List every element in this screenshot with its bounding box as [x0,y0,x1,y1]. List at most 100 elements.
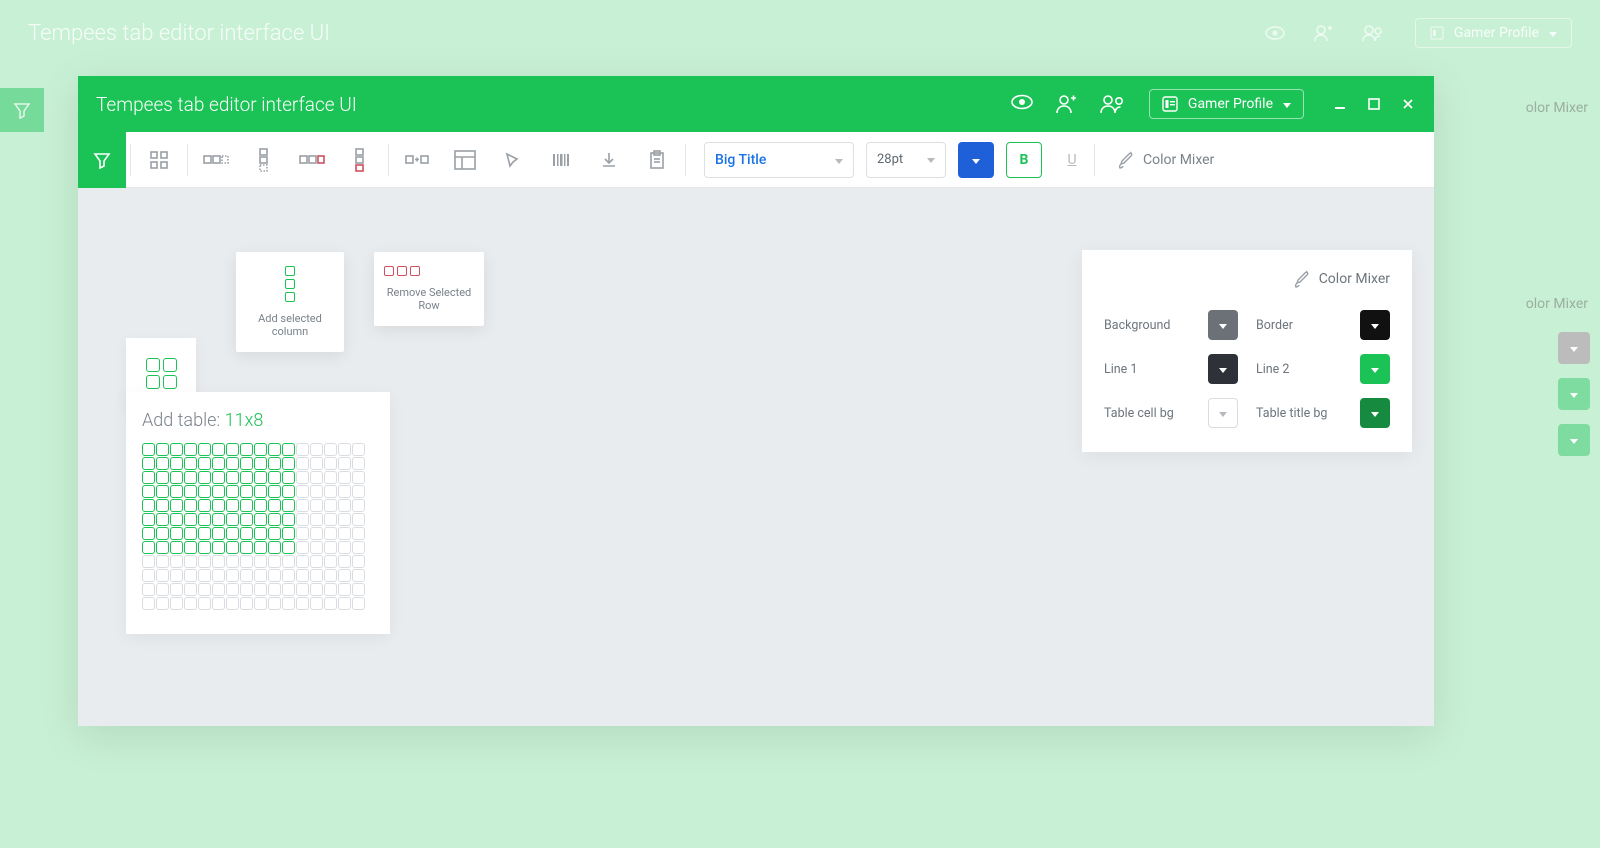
grid-cell[interactable] [226,485,239,498]
grid-cell[interactable] [310,499,323,512]
grid-cell[interactable] [282,457,295,470]
color-swatch[interactable] [1208,310,1238,340]
maximize-button[interactable] [1366,96,1382,112]
grid-cell[interactable] [156,443,169,456]
grid-cell[interactable] [324,485,337,498]
grid-cell[interactable] [142,499,155,512]
grid-cell[interactable] [296,597,309,610]
grid-cell[interactable] [296,541,309,554]
grid-cell[interactable] [310,555,323,568]
eye-icon[interactable] [1011,94,1033,110]
grid-cell[interactable] [142,527,155,540]
grid-cell[interactable] [170,499,183,512]
grid-cell[interactable] [268,569,281,582]
grid-cell[interactable] [240,541,253,554]
grid-cell[interactable] [156,513,169,526]
grid-cell[interactable] [296,485,309,498]
grid-cell[interactable] [212,499,225,512]
grid-cell[interactable] [156,527,169,540]
grid-cell[interactable] [352,513,365,526]
grid-cell[interactable] [198,457,211,470]
grid-cell[interactable] [170,457,183,470]
grid-cell[interactable] [212,555,225,568]
grid-cell[interactable] [310,443,323,456]
grid-cell[interactable] [352,527,365,540]
grid-cell[interactable] [324,541,337,554]
grid-cell[interactable] [226,513,239,526]
grid-cell[interactable] [184,583,197,596]
grid-cell[interactable] [198,597,211,610]
grid-cell[interactable] [226,499,239,512]
grid-cell[interactable] [156,499,169,512]
grid-cell[interactable] [184,485,197,498]
grid-cell[interactable] [282,513,295,526]
grid-cell[interactable] [282,555,295,568]
barcode-button[interactable] [537,132,585,188]
grid-cell[interactable] [184,499,197,512]
grid-cell[interactable] [240,569,253,582]
grid-cell[interactable] [268,527,281,540]
grid-cell[interactable] [198,555,211,568]
grid-cell[interactable] [338,499,351,512]
color-mixer-button[interactable]: Color Mixer [1117,151,1214,169]
grid-cell[interactable] [240,513,253,526]
grid-cell[interactable] [296,499,309,512]
grid-cell[interactable] [212,513,225,526]
grid-cell[interactable] [184,471,197,484]
grid-cell[interactable] [296,443,309,456]
grid-cell[interactable] [240,583,253,596]
grid-cell[interactable] [170,597,183,610]
grid-cell[interactable] [338,471,351,484]
grid-cell[interactable] [338,527,351,540]
grid-cell[interactable] [226,527,239,540]
grid-cell[interactable] [198,471,211,484]
grid-cell[interactable] [198,513,211,526]
grid-cell[interactable] [338,569,351,582]
grid-cell[interactable] [296,471,309,484]
grid-cell[interactable] [324,597,337,610]
grid-cell[interactable] [338,485,351,498]
grid-cell[interactable] [212,569,225,582]
grid-cell[interactable] [240,471,253,484]
remove-column-button[interactable] [336,132,384,188]
grid-cell[interactable] [352,471,365,484]
grid-cell[interactable] [296,513,309,526]
header-layout-button[interactable] [441,132,489,188]
grid-cell[interactable] [212,597,225,610]
grid-cell[interactable] [142,597,155,610]
grid-cell[interactable] [170,555,183,568]
table-grid[interactable] [142,443,374,610]
grid-cell[interactable] [156,485,169,498]
grid-cell[interactable] [226,443,239,456]
grid-cell[interactable] [226,471,239,484]
grid-cell[interactable] [198,541,211,554]
grid-cell[interactable] [310,485,323,498]
grid-cell[interactable] [142,513,155,526]
grid-cell[interactable] [170,583,183,596]
grid-cell[interactable] [338,597,351,610]
grid-cell[interactable] [282,499,295,512]
grid-cell[interactable] [184,541,197,554]
grid-cell[interactable] [212,541,225,554]
filter-button[interactable] [78,132,126,188]
grid-cell[interactable] [338,541,351,554]
grid-cell[interactable] [268,513,281,526]
grid-cell[interactable] [254,569,267,582]
grid-cell[interactable] [352,555,365,568]
grid-cell[interactable] [170,527,183,540]
grid-cell[interactable] [226,597,239,610]
grid-cell[interactable] [156,471,169,484]
grid-cell[interactable] [226,457,239,470]
grid-cell[interactable] [268,499,281,512]
grid-cell[interactable] [296,527,309,540]
grid-cell[interactable] [156,583,169,596]
grid-cell[interactable] [296,569,309,582]
grid-cell[interactable] [352,457,365,470]
grid-cell[interactable] [170,471,183,484]
grid-cell[interactable] [324,555,337,568]
grid-cell[interactable] [156,597,169,610]
grid-cell[interactable] [170,485,183,498]
grid-cell[interactable] [352,485,365,498]
grid-cell[interactable] [310,471,323,484]
grid-cell[interactable] [240,457,253,470]
